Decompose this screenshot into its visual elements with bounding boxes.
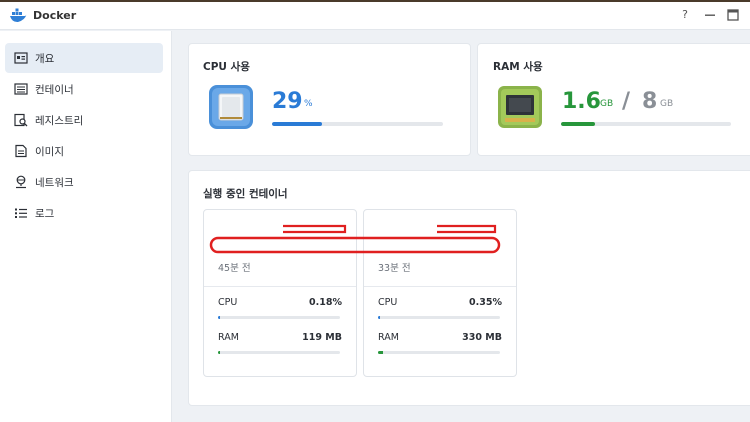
ram-card-title: RAM 사용 [493,61,543,73]
overview-icon [14,52,28,64]
minimize-icon[interactable] [702,7,718,23]
ram-used-unit: GB [600,99,614,109]
cpu-usage-card: CPU 사용 29 % [188,43,471,156]
maximize-icon[interactable] [725,7,741,23]
ram-metric-label: RAM [378,332,399,343]
help-button[interactable]: ? [677,7,693,23]
cpu-usage-value: 29 [272,89,303,114]
cpu-usage-bar-fill [272,122,322,126]
ram-usage-bar-fill [561,122,595,126]
sidebar-item-label: 개요 [35,53,55,65]
ram-separator: / [622,89,631,114]
ram-usage-card: RAM 사용 1.6 GB / 8 GB [477,43,750,156]
cpu-usage-unit: % [304,99,313,109]
network-icon [16,175,26,189]
sidebar-item-container[interactable]: 컨테이너 [5,74,163,104]
container-ram-bar-fill [218,351,221,354]
container-ram-bar [378,351,500,354]
title-bar: Docker ? [0,2,750,30]
sidebar-item-label: 네트워크 [35,177,74,189]
container-ram-bar-fill [378,351,383,354]
running-containers-title: 실행 중인 컨테이너 [203,188,288,200]
container-ram-bar [218,351,340,354]
sidebar-item-image[interactable]: 이미지 [5,136,163,166]
sidebar-item-registry[interactable]: 레지스트리 [5,105,163,135]
container-cpu-bar [218,316,340,319]
cpu-chip-icon [209,85,253,129]
redaction-scribble [209,224,501,254]
divider [364,286,516,287]
image-icon [15,144,27,158]
registry-icon [14,113,28,127]
ram-module-icon [498,86,542,128]
cpu-metric-label: CPU [378,297,398,308]
ram-total-unit: GB [660,99,674,109]
ram-metric-value: 330 MB [462,332,502,343]
ram-metric-label: RAM [218,332,239,343]
ram-metric-value: 119 MB [302,332,342,343]
sidebar: 개요 컨테이너 레지스트리 이미지 네트워크 로그 [0,31,172,422]
container-cpu-bar-fill [218,316,221,319]
sidebar-item-log[interactable]: 로그 [5,198,163,228]
cpu-metric-value: 0.35% [469,297,502,308]
sidebar-item-label: 로그 [35,208,55,220]
cpu-metric-label: CPU [218,297,238,308]
container-uptime: 45분 전 [218,263,251,274]
cpu-usage-bar [272,122,443,126]
app-title: Docker [33,9,77,22]
cpu-card-title: CPU 사용 [203,61,250,73]
sidebar-item-label: 컨테이너 [35,84,74,96]
container-icon [14,83,28,95]
log-icon [15,208,27,218]
ram-usage-bar [561,122,731,126]
sidebar-item-label: 레지스트리 [35,115,84,127]
sidebar-item-overview[interactable]: 개요 [5,43,163,73]
container-uptime: 33분 전 [378,263,411,274]
cpu-metric-value: 0.18% [309,297,342,308]
sidebar-item-network[interactable]: 네트워크 [5,167,163,197]
ram-used-value: 1.6 [562,89,601,114]
container-cpu-bar [378,316,500,319]
sidebar-item-label: 이미지 [35,146,64,158]
container-cpu-bar-fill [378,316,381,319]
divider [204,286,356,287]
ram-total-value: 8 [642,89,658,114]
docker-logo-icon [10,8,27,23]
